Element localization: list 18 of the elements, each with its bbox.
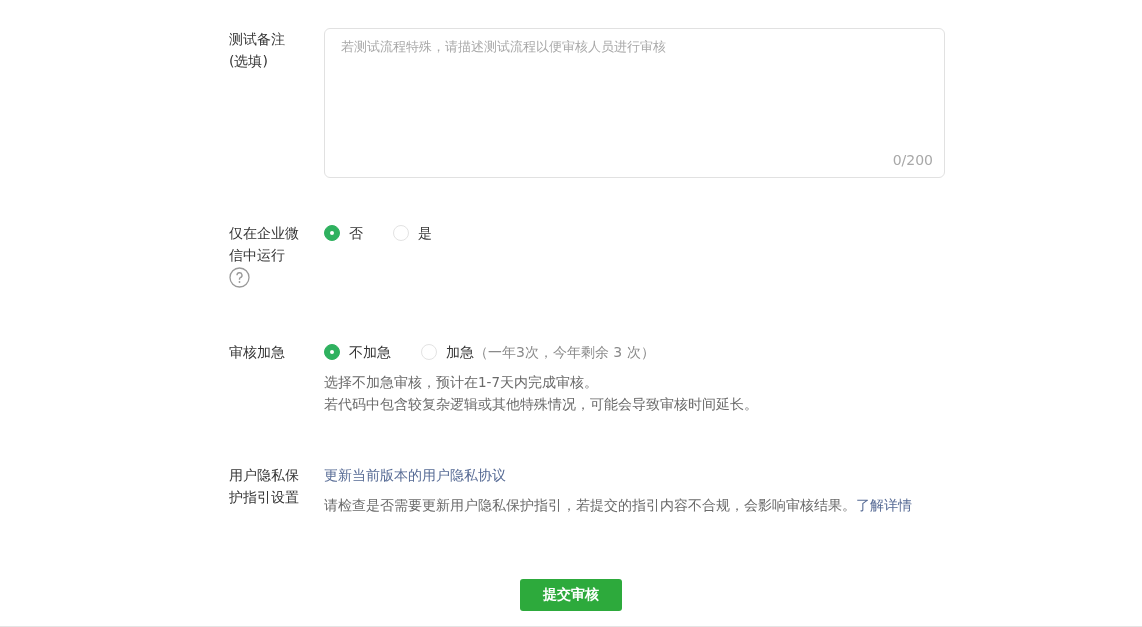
character-counter: 0/200 bbox=[892, 152, 933, 168]
radio-button[interactable] bbox=[324, 344, 340, 360]
field-label: 用户隐私保护指引设置 bbox=[229, 466, 300, 507]
quota-text: （一年3次，今年剩余 3 次） bbox=[474, 343, 655, 362]
help-icon[interactable] bbox=[229, 267, 250, 288]
learn-more-link[interactable]: 了解详情 bbox=[856, 497, 912, 513]
help-text: 若代码中包含较复杂逻辑或其他特殊情况，可能会导致审核时间延长。 bbox=[324, 395, 758, 414]
radio-label[interactable]: 加急 bbox=[446, 341, 474, 363]
radio-label[interactable]: 不加急 bbox=[349, 341, 391, 363]
help-text: 选择不加急审核，预计在1-7天内完成审核。 bbox=[324, 373, 600, 392]
field-label: 测试备注(选填) bbox=[229, 30, 286, 71]
radio-label[interactable]: 是 bbox=[418, 222, 432, 244]
radio-button[interactable] bbox=[324, 225, 340, 241]
privacy-link[interactable]: 更新当前版本的用户隐私协议 bbox=[324, 464, 506, 486]
help-text: 请检查是否需要更新用户隐私保护指引，若提交的指引内容不合规，会影响审核结果。了解详情 bbox=[324, 496, 912, 515]
field-label: 仅在企业微信中运行 bbox=[229, 224, 300, 265]
field-label: 审核加急 bbox=[229, 343, 286, 362]
radio-label[interactable]: 否 bbox=[349, 222, 363, 244]
